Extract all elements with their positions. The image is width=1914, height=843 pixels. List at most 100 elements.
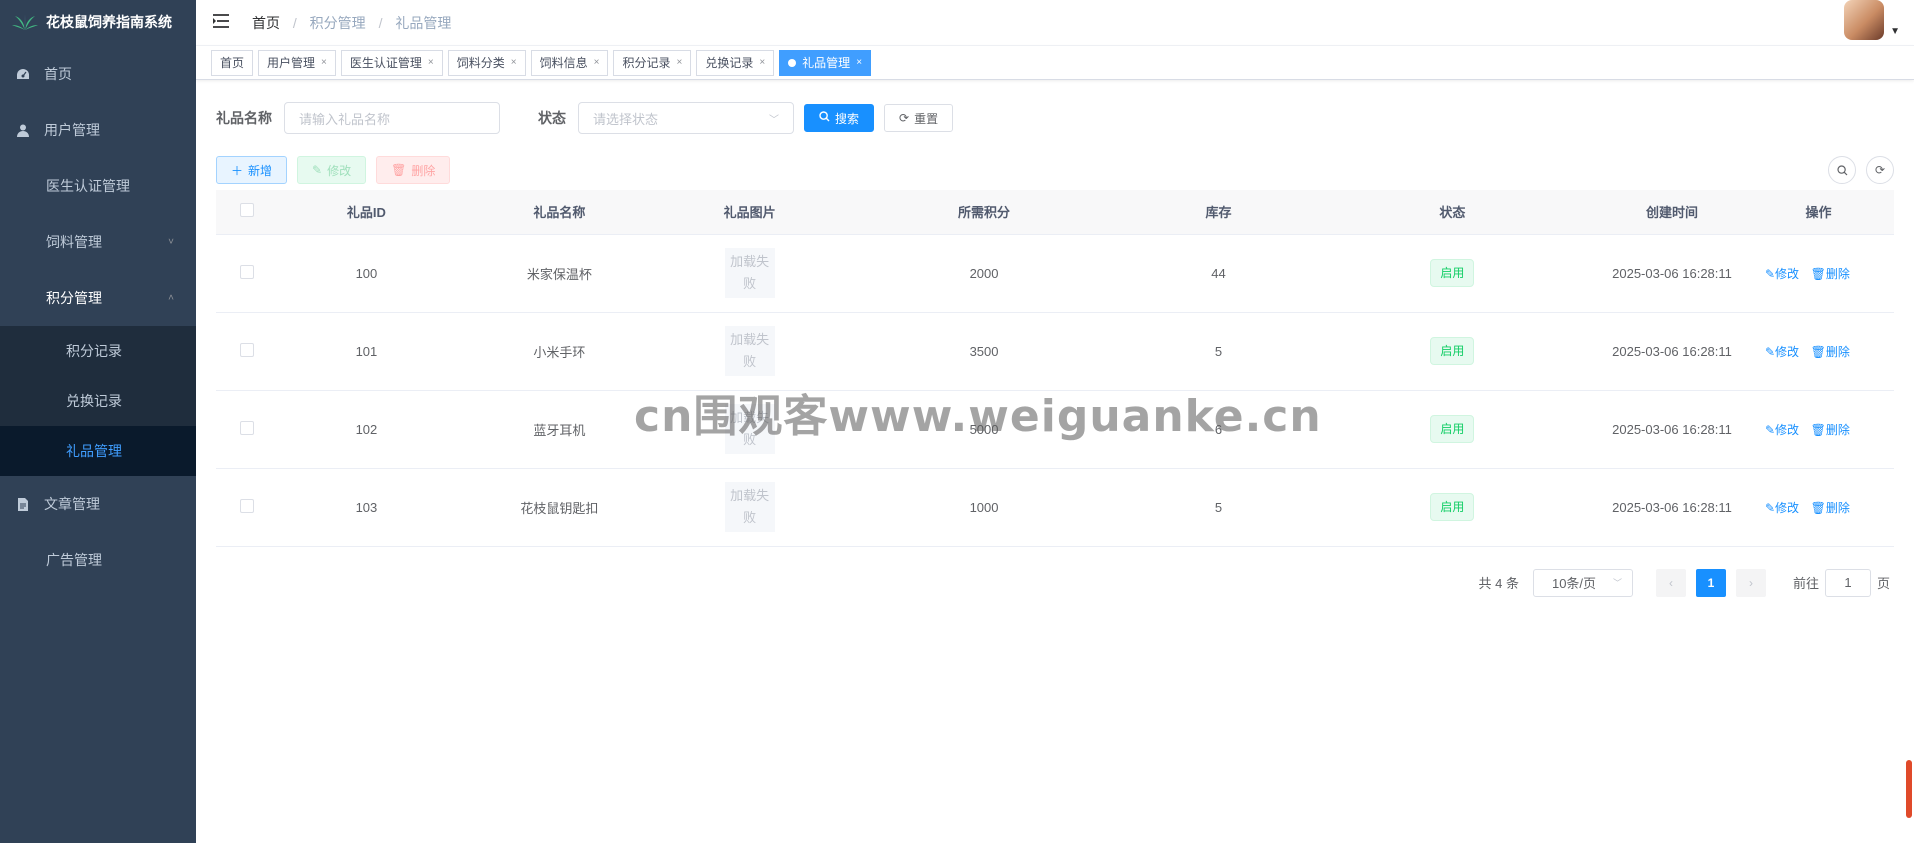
image-error-text: 败 [743, 510, 757, 525]
menu-item-points-management[interactable]: 积分管理 ˄ [0, 270, 196, 326]
close-icon[interactable]: × [321, 51, 327, 75]
menu-label: 积分管理 [46, 290, 102, 306]
menu-item-feed-management[interactable]: 饲料管理 ˅ [0, 214, 196, 270]
page-size-select[interactable]: 10条/页 ﹀ [1532, 568, 1633, 597]
search-form: 礼品名称 请输入礼品名称 状态 请选择状态 ﹀ 搜索 ⟳ 重置 [216, 102, 1894, 134]
row-delete-link[interactable]: 🗑删除 [1811, 345, 1850, 359]
avatar[interactable] [1844, 0, 1884, 40]
gift-name-cell: 小米手环 [454, 312, 665, 391]
created-time-cell: 2025-03-06 16:28:11 [1601, 468, 1743, 547]
sidebar: 花枝鼠饲养指南系统 首页 用户管理 医生认证管理 饲料管理 ˅ 积分管理 ˄ 积… [0, 0, 196, 843]
tag-gift-management[interactable]: 礼品管理 × [779, 49, 872, 76]
tag-label: 用户管理 [267, 55, 316, 70]
reset-button[interactable]: ⟳ 重置 [884, 104, 954, 132]
tag-points-record[interactable]: 积分记录 × [613, 49, 692, 76]
table-row: 102 蓝牙耳机 加载失败 5000 6 启用 2025-03-06 16:28… [216, 390, 1894, 469]
app-logo[interactable]: 花枝鼠饲养指南系统 [0, 0, 196, 44]
gift-name-input[interactable]: 请输入礼品名称 [284, 102, 500, 134]
chevron-down-icon: ﹀ [769, 114, 779, 126]
trash-icon: 🗑 [391, 163, 407, 177]
status-badge: 启用 [1430, 259, 1475, 287]
menu-label: 文章管理 [44, 496, 100, 512]
status-label: 状态 [538, 110, 566, 126]
scroll-indicator [1906, 760, 1912, 818]
points-submenu: 积分记录 兑换记录 礼品管理 [0, 326, 196, 476]
goto-page-input[interactable]: 1 [1824, 568, 1871, 597]
add-button[interactable]: ＋ 新增 [216, 156, 288, 184]
close-icon[interactable]: × [428, 51, 434, 75]
close-icon[interactable]: × [759, 51, 765, 75]
submenu-item-gift-management[interactable]: 礼品管理 [0, 426, 196, 476]
menu-item-ad-management[interactable]: 广告管理 [0, 532, 196, 588]
breadcrumb: 首页 / 积分管理 / 礼品管理 [252, 13, 451, 33]
tag-label: 首页 [220, 55, 245, 70]
menu-item-article-management[interactable]: 文章管理 [0, 476, 196, 532]
row-delete-link[interactable]: 🗑删除 [1811, 423, 1850, 437]
row-edit-label: 修改 [1775, 344, 1800, 359]
row-checkbox[interactable] [240, 264, 255, 279]
close-icon[interactable]: × [594, 51, 600, 75]
submenu-item-exchange-record[interactable]: 兑换记录 [0, 376, 196, 426]
menu-label: 广告管理 [46, 552, 102, 568]
submenu-label: 兑换记录 [66, 393, 122, 409]
tag-feed-category[interactable]: 饲料分类 × [447, 49, 526, 76]
menu-item-home[interactable]: 首页 [0, 46, 196, 102]
select-all-checkbox[interactable] [240, 203, 255, 218]
chevron-down-icon: ﹀ [1612, 578, 1622, 588]
created-time-cell: 2025-03-06 16:28:11 [1601, 234, 1743, 313]
logo-icon [12, 14, 38, 30]
row-delete-link[interactable]: 🗑删除 [1811, 501, 1850, 515]
gift-name-cell: 花枝鼠钥匙扣 [454, 468, 665, 547]
table-toolbar: ＋ 新增 ✎ 修改 🗑 删除 ⟳ [216, 156, 1894, 184]
row-edit-link[interactable]: ✎修改 [1765, 345, 1799, 359]
search-button[interactable]: 搜索 [804, 104, 875, 132]
created-time-cell: 2025-03-06 16:28:11 [1601, 390, 1743, 469]
delete-button[interactable]: 🗑 删除 [376, 156, 451, 184]
row-delete-label: 删除 [1825, 266, 1850, 281]
row-delete-label: 删除 [1825, 422, 1850, 437]
column-header: 礼品图片 [664, 190, 835, 235]
tag-label: 礼品管理 [802, 55, 851, 70]
row-delete-link[interactable]: 🗑删除 [1811, 267, 1850, 281]
breadcrumb-separator: / [378, 14, 383, 31]
gift-image-error: 加载失败 [724, 482, 775, 532]
row-checkbox[interactable] [240, 342, 255, 357]
toggle-search-button[interactable] [1828, 156, 1856, 184]
row-checkbox[interactable] [240, 420, 255, 435]
refresh-table-button[interactable]: ⟳ [1866, 156, 1894, 184]
hamburger-menu-icon[interactable] [212, 13, 232, 33]
close-icon[interactable]: × [676, 51, 682, 75]
page-number-button[interactable]: 1 [1695, 568, 1726, 597]
next-page-button[interactable]: › [1735, 568, 1766, 597]
refresh-icon: ⟳ [899, 111, 910, 125]
row-edit-link[interactable]: ✎修改 [1765, 267, 1799, 281]
tag-user-management[interactable]: 用户管理 × [258, 49, 336, 76]
tag-doctor-certification[interactable]: 医生认证管理 × [340, 49, 443, 76]
gift-image-error: 加载失败 [724, 248, 775, 298]
status-select[interactable]: 请选择状态 ﹀ [578, 102, 794, 134]
tag-home[interactable]: 首页 [211, 49, 254, 76]
refresh-icon: ⟳ [1874, 163, 1886, 177]
delete-button-label: 删除 [411, 163, 436, 178]
row-edit-link[interactable]: ✎修改 [1765, 501, 1799, 515]
search-icon [1836, 164, 1847, 175]
breadcrumb-parent: 积分管理 [309, 14, 366, 31]
menu-item-user-management[interactable]: 用户管理 [0, 102, 196, 158]
submenu-item-points-record[interactable]: 积分记录 [0, 326, 196, 376]
column-header: 库存 [1133, 190, 1304, 235]
tag-feed-info[interactable]: 饲料信息 × [530, 49, 609, 76]
close-icon[interactable]: × [511, 51, 517, 75]
edit-button[interactable]: ✎ 修改 [297, 156, 367, 184]
prev-page-button[interactable]: ‹ [1655, 568, 1686, 597]
close-icon[interactable]: × [856, 51, 862, 75]
stock-cell: 44 [1133, 234, 1304, 313]
tag-exchange-record[interactable]: 兑换记录 × [696, 49, 775, 76]
row-checkbox[interactable] [240, 498, 255, 513]
breadcrumb-home[interactable]: 首页 [252, 15, 280, 31]
row-edit-link[interactable]: ✎修改 [1765, 423, 1799, 437]
caret-down-icon[interactable]: ▼ [1890, 26, 1900, 37]
select-all-cell [216, 190, 279, 235]
image-error-text: 败 [743, 432, 757, 447]
gift-id-cell: 102 [278, 390, 455, 469]
menu-item-doctor-certification[interactable]: 医生认证管理 [0, 158, 196, 214]
